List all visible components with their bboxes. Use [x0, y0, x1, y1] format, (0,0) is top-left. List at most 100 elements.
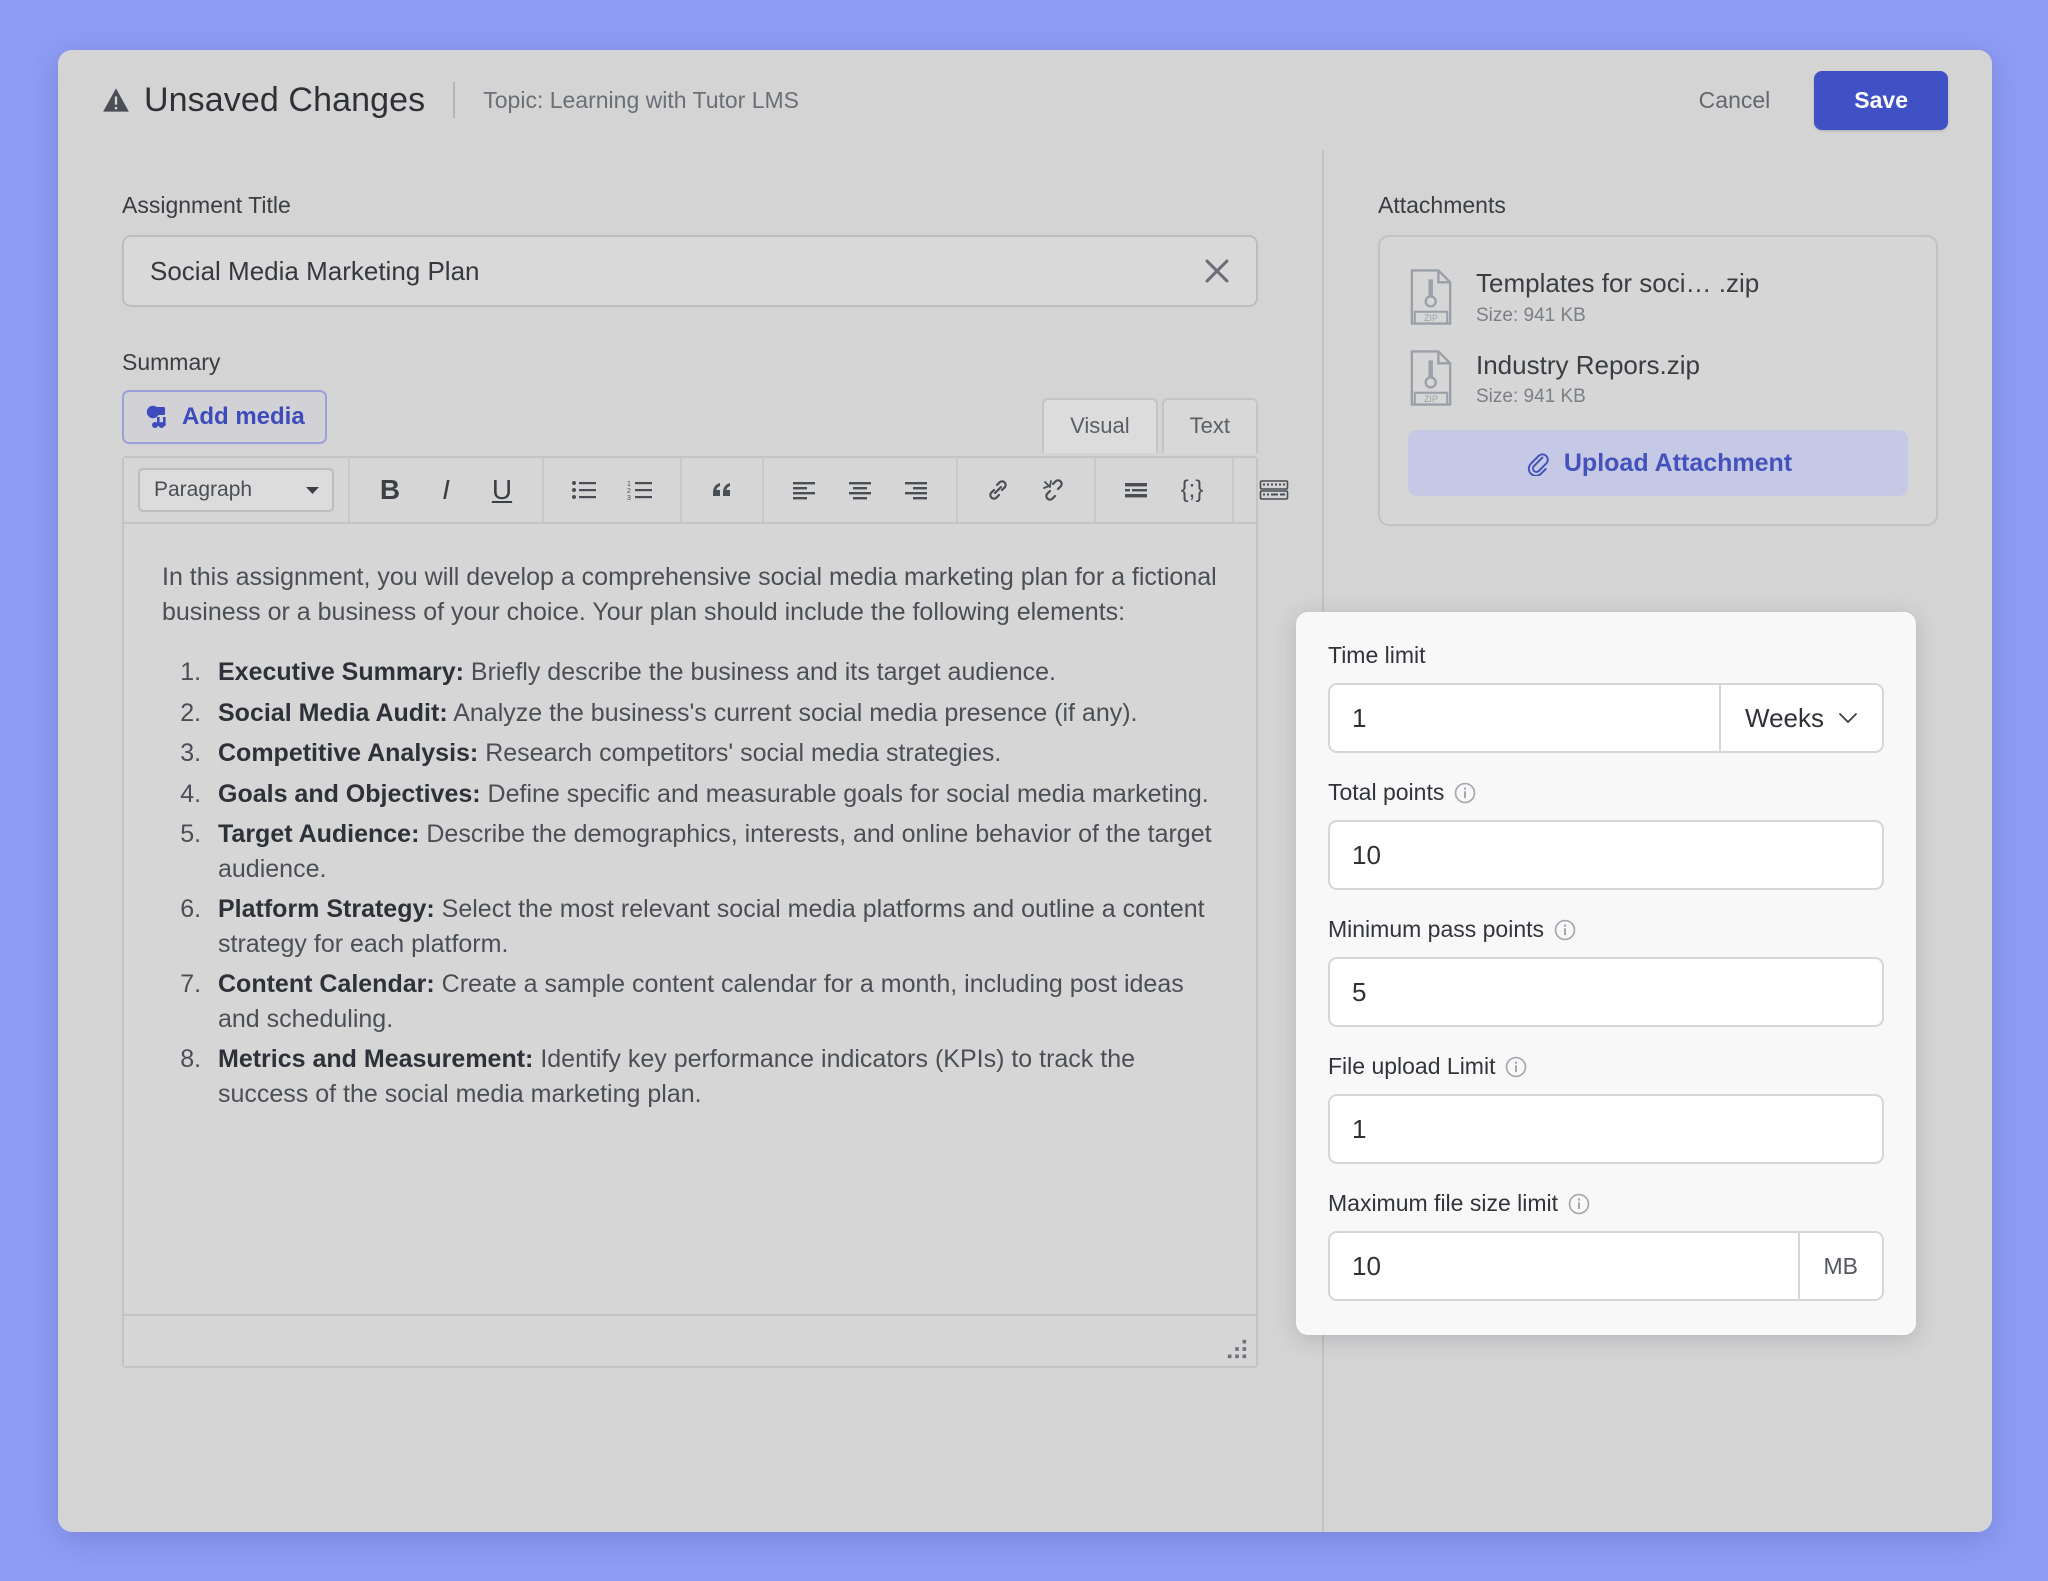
time-limit-label: Time limit — [1328, 642, 1426, 669]
numbered-list-icon[interactable]: 1 2 3 — [614, 467, 666, 513]
keyboard-shortcuts-icon[interactable] — [1248, 467, 1300, 513]
page-title: Unsaved Changes — [144, 81, 425, 120]
toolbar-group-lists: 1 2 3 — [544, 458, 682, 522]
file-upload-limit-input[interactable]: 1 — [1328, 1094, 1884, 1164]
close-icon[interactable] — [1200, 254, 1234, 288]
modal-body: Assignment Title Social Media Marketing … — [58, 150, 1992, 1532]
assignment-title-input[interactable]: Social Media Marketing Plan — [122, 235, 1258, 307]
special-character-glyph: {;} — [1181, 476, 1204, 504]
list-item-term: Competitive Analysis: — [218, 739, 478, 767]
chevron-down-icon — [305, 486, 320, 495]
list-item: Metrics and Measurement: Identify key pe… — [208, 1042, 1218, 1111]
align-center-icon[interactable] — [834, 467, 886, 513]
editor-content-area[interactable]: In this assignment, you will develop a c… — [124, 524, 1256, 1314]
toolbar-group-insert: {;} — [1096, 458, 1234, 522]
time-limit-unit-select[interactable]: Weeks — [1719, 685, 1882, 751]
time-limit-input[interactable]: 1 — [1330, 685, 1719, 751]
attachment-info: Industry Repors.zip Size: 941 KB — [1476, 349, 1700, 409]
total-points-value: 10 — [1352, 840, 1381, 871]
list-item[interactable]: ZIP Templates for soci… .zip Size: 941 K… — [1408, 267, 1908, 327]
toolbar-group-keyboard — [1234, 458, 1314, 522]
insert-link-icon[interactable] — [972, 467, 1024, 513]
add-media-button[interactable]: Add media — [122, 390, 327, 444]
list-item: Social Media Audit: Analyze the business… — [208, 696, 1218, 731]
media-icon — [144, 404, 170, 430]
total-points-input[interactable]: 10 — [1328, 820, 1884, 890]
list-item: Content Calendar: Create a sample conten… — [208, 967, 1218, 1036]
info-icon[interactable] — [1505, 1056, 1527, 1078]
app-background: Unsaved Changes Topic: Learning with Tut… — [0, 0, 2048, 1581]
assignment-title-value: Social Media Marketing Plan — [150, 256, 480, 287]
list-item: Platform Strategy: Select the most relev… — [208, 892, 1218, 961]
italic-icon[interactable]: I — [420, 467, 472, 513]
file-upload-limit-label: File upload Limit — [1328, 1053, 1495, 1080]
minimum-pass-points-input[interactable]: 5 — [1328, 957, 1884, 1027]
cancel-button[interactable]: Cancel — [1681, 75, 1789, 126]
upload-attachment-button[interactable]: Upload Attachment — [1408, 430, 1908, 496]
list-item-term: Platform Strategy: — [218, 895, 435, 923]
bulleted-list-icon[interactable] — [558, 467, 610, 513]
maximum-file-size-limit-field[interactable]: 10 MB — [1328, 1231, 1884, 1301]
assignment-settings-panel: Time limit 1 Weeks — [1296, 612, 1916, 1335]
tab-text[interactable]: Text — [1162, 398, 1258, 453]
zip-file-icon: ZIP — [1408, 269, 1454, 325]
list-item-term: Metrics and Measurement: — [218, 1045, 533, 1073]
info-icon[interactable] — [1554, 919, 1576, 941]
blockquote-icon[interactable] — [696, 467, 748, 513]
attachments-label: Attachments — [1378, 192, 1992, 219]
paperclip-icon — [1524, 450, 1550, 476]
time-limit-label-row: Time limit — [1328, 642, 1884, 669]
svg-text:ZIP: ZIP — [1424, 313, 1438, 323]
save-button[interactable]: Save — [1814, 71, 1948, 130]
list-item-text: Define specific and measurable goals for… — [481, 780, 1209, 808]
minimum-pass-points-label-row: Minimum pass points — [1328, 916, 1884, 943]
tab-visual[interactable]: Visual — [1042, 398, 1158, 453]
special-character-icon[interactable]: {;} — [1166, 467, 1218, 513]
attachment-size: Size: 941 KB — [1476, 305, 1759, 327]
info-icon[interactable] — [1568, 1193, 1590, 1215]
toolbar-group-align — [764, 458, 958, 522]
toolbar-group-format: Paragraph — [124, 458, 350, 522]
svg-text:1: 1 — [627, 481, 631, 488]
insert-read-more-icon[interactable] — [1110, 467, 1162, 513]
attachment-name: Industry Repors.zip — [1476, 349, 1700, 382]
paragraph-format-select[interactable]: Paragraph — [138, 468, 334, 512]
list-item-term: Target Audience: — [218, 820, 419, 848]
toolbar-group-link — [958, 458, 1096, 522]
attachments-card: ZIP Templates for soci… .zip Size: 941 K… — [1378, 235, 1938, 526]
svg-text:2: 2 — [627, 488, 631, 495]
time-limit-unit-value: Weeks — [1745, 703, 1824, 734]
add-media-label: Add media — [182, 403, 305, 431]
warning-triangle-icon — [102, 87, 130, 113]
editor-column: Assignment Title Social Media Marketing … — [58, 150, 1324, 1532]
list-item: Executive Summary: Briefly describe the … — [208, 655, 1218, 690]
remove-link-icon[interactable] — [1028, 467, 1080, 513]
maximum-file-size-limit-label: Maximum file size limit — [1328, 1190, 1558, 1217]
file-upload-limit-label-row: File upload Limit — [1328, 1053, 1884, 1080]
bold-icon[interactable]: B — [364, 467, 416, 513]
align-left-icon[interactable] — [778, 467, 830, 513]
maximum-file-size-unit: MB — [1798, 1233, 1883, 1299]
list-item: Goals and Objectives: Define specific an… — [208, 777, 1218, 812]
time-limit-field[interactable]: 1 Weeks — [1328, 683, 1884, 753]
file-upload-limit-value: 1 — [1352, 1114, 1366, 1145]
minimum-pass-points-label: Minimum pass points — [1328, 916, 1544, 943]
list-item-text: Briefly describe the business and its ta… — [464, 658, 1056, 686]
unsaved-changes-modal: Unsaved Changes Topic: Learning with Tut… — [58, 50, 1992, 1532]
attachment-name: Templates for soci… .zip — [1476, 267, 1759, 300]
editor-mode-tabs: Visual Text — [1042, 398, 1258, 453]
list-item[interactable]: ZIP Industry Repors.zip Size: 941 KB — [1408, 349, 1908, 409]
editor-footer — [124, 1314, 1256, 1366]
breadcrumb: Topic: Learning with Tutor LMS — [483, 87, 799, 114]
underline-icon[interactable]: U — [476, 467, 528, 513]
assignment-title-label: Assignment Title — [122, 192, 1258, 219]
maximum-file-size-limit-input[interactable]: 10 — [1330, 1233, 1798, 1299]
list-item: Target Audience: Describe the demographi… — [208, 817, 1218, 886]
align-right-icon[interactable] — [890, 467, 942, 513]
header-divider — [453, 82, 455, 118]
svg-text:3: 3 — [627, 495, 631, 501]
info-icon[interactable] — [1454, 782, 1476, 804]
header-left-group: Unsaved Changes Topic: Learning with Tut… — [102, 81, 799, 120]
maximum-file-size-limit-label-row: Maximum file size limit — [1328, 1190, 1884, 1217]
resize-handle-icon[interactable] — [1226, 1338, 1248, 1360]
